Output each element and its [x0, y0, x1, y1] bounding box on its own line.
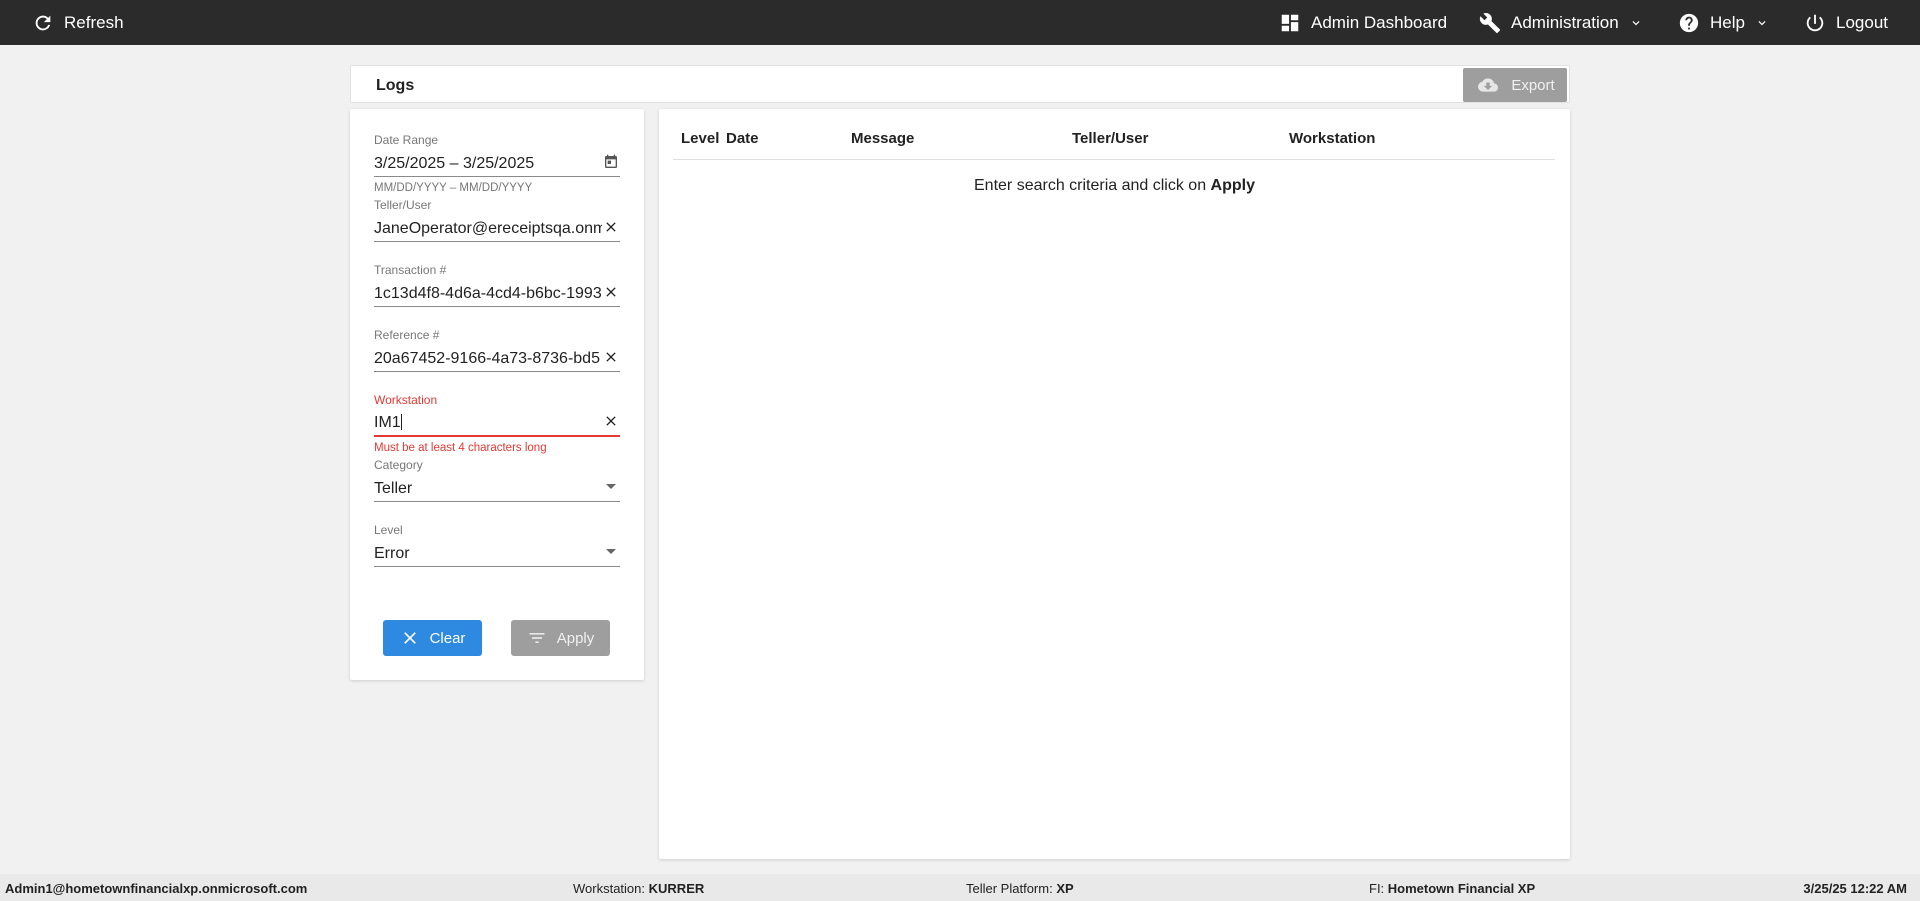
- workstation-error: Must be at least 4 characters long: [374, 442, 547, 454]
- help-menu[interactable]: Help: [1678, 0, 1769, 45]
- date-range-input[interactable]: 3/25/2025 – 3/25/2025: [374, 147, 620, 177]
- empty-state-action: Apply: [1210, 177, 1255, 194]
- reference-input[interactable]: 20a67452-9166-4a73-8736-bd5: [374, 342, 620, 372]
- empty-state-message: Enter search criteria and click on Apply: [659, 177, 1570, 195]
- chevron-down-icon: [1632, 20, 1640, 25]
- close-icon: [606, 416, 616, 426]
- status-workstation: Workstation: KURRER: [573, 881, 704, 896]
- status-fi: FI: Hometown Financial XP: [1369, 881, 1535, 896]
- reference-label: Reference #: [374, 328, 440, 342]
- category-label: Category: [374, 458, 423, 472]
- empty-state-text: Enter search criteria and click on: [974, 177, 1211, 194]
- column-header-teller-user[interactable]: Teller/User: [1072, 130, 1148, 147]
- teller-user-value[interactable]: JaneOperator@ereceiptsqa.onmicrosoft.com: [374, 216, 602, 238]
- status-bar: Admin1@hometownfinancialxp.onmicrosoft.c…: [0, 874, 1920, 901]
- category-value: Teller: [374, 479, 413, 497]
- transaction-field: Transaction # 1c13d4f8-4d6a-4cd4-b6bc-19…: [374, 263, 620, 307]
- chevron-down-icon: [1758, 20, 1766, 25]
- dropdown-arrow-icon: [606, 484, 616, 489]
- calendar-icon: [605, 154, 617, 168]
- logs-header-bar: Logs Export: [350, 65, 1570, 103]
- level-label: Level: [374, 523, 403, 537]
- text-cursor: [400, 414, 402, 430]
- dropdown-arrow-icon: [606, 549, 616, 554]
- teller-user-label: Teller/User: [374, 198, 432, 212]
- status-workstation-value: KURRER: [648, 881, 705, 896]
- apply-label: Apply: [556, 629, 595, 647]
- calendar-button[interactable]: [602, 153, 620, 171]
- transaction-input[interactable]: 1c13d4f8-4d6a-4cd4-b6bc-1993: [374, 277, 620, 307]
- cloud-download-icon: [1478, 78, 1499, 92]
- category-select[interactable]: Teller: [374, 472, 620, 502]
- close-icon: [606, 221, 616, 232]
- workstation-value-wrap[interactable]: IM1: [374, 410, 602, 432]
- status-fi-value: Hometown Financial XP: [1387, 881, 1536, 896]
- export-button[interactable]: Export: [1463, 68, 1567, 102]
- teller-user-field: Teller/User JaneOperator@ereceiptsqa.onm…: [374, 198, 620, 242]
- date-range-field: Date Range 3/25/2025 – 3/25/2025 MM/DD/Y…: [374, 133, 620, 194]
- admin-dashboard-link[interactable]: Admin Dashboard: [1279, 0, 1447, 45]
- page-title: Logs: [376, 77, 415, 94]
- level-value: Error: [374, 544, 410, 562]
- help-icon: [1679, 13, 1699, 32]
- column-header-message[interactable]: Message: [851, 130, 914, 147]
- administration-menu[interactable]: Administration: [1479, 0, 1643, 45]
- clear-label: Clear: [429, 629, 466, 647]
- help-label: Help: [1710, 12, 1745, 32]
- logout-button[interactable]: Logout: [1804, 0, 1888, 45]
- transaction-label: Transaction #: [374, 263, 447, 277]
- refresh-button[interactable]: Refresh: [32, 0, 124, 45]
- refresh-icon: [35, 15, 51, 30]
- dashboard-icon: [1281, 14, 1299, 31]
- workstation-value: IM1: [374, 414, 401, 431]
- filter-panel: Date Range 3/25/2025 – 3/25/2025 MM/DD/Y…: [350, 109, 644, 680]
- workstation-label: Workstation: [374, 393, 438, 407]
- table-header: Level Date Message Teller/User Workstati…: [673, 109, 1555, 160]
- wrench-icon: [1479, 12, 1501, 33]
- date-range-value[interactable]: 3/25/2025 – 3/25/2025: [374, 151, 602, 173]
- close-icon: [606, 286, 616, 297]
- power-icon: [1806, 14, 1824, 31]
- date-range-label: Date Range: [374, 133, 439, 147]
- filter-icon: [529, 633, 545, 643]
- status-fi-label: FI:: [1369, 881, 1385, 896]
- status-platform-label: Teller Platform:: [966, 881, 1053, 896]
- clear-reference-button[interactable]: [602, 348, 620, 366]
- workstation-input[interactable]: IM1: [374, 407, 620, 437]
- apply-button[interactable]: Apply: [511, 620, 610, 656]
- top-nav-bar: Refresh Admin Dashboard Administration H…: [0, 0, 1920, 45]
- close-icon: [606, 351, 616, 362]
- administration-label: Administration: [1511, 12, 1619, 32]
- logout-label: Logout: [1836, 12, 1888, 32]
- column-header-level[interactable]: Level: [681, 130, 719, 147]
- category-field: Category Teller: [374, 458, 620, 502]
- column-header-date[interactable]: Date: [726, 130, 759, 147]
- results-panel: Level Date Message Teller/User Workstati…: [659, 109, 1570, 859]
- clear-button[interactable]: Clear: [383, 620, 482, 656]
- clear-transaction-button[interactable]: [602, 283, 620, 301]
- refresh-label: Refresh: [64, 12, 124, 32]
- level-field: Level Error: [374, 523, 620, 567]
- status-user: Admin1@hometownfinancialxp.onmicrosoft.c…: [5, 881, 308, 896]
- teller-user-input[interactable]: JaneOperator@ereceiptsqa.onmicrosoft.com: [374, 212, 620, 242]
- transaction-value[interactable]: 1c13d4f8-4d6a-4cd4-b6bc-1993: [374, 281, 602, 303]
- column-header-workstation[interactable]: Workstation: [1289, 130, 1375, 147]
- level-select[interactable]: Error: [374, 537, 620, 567]
- status-datetime: 3/25/25 12:22 AM: [1803, 881, 1907, 896]
- clear-teller-user-button[interactable]: [602, 218, 620, 236]
- date-range-hint: MM/DD/YYYY – MM/DD/YYYY: [374, 182, 533, 194]
- workstation-field: Workstation IM1 Must be at least 4 chara…: [374, 393, 620, 454]
- clear-workstation-button[interactable]: [602, 412, 620, 430]
- reference-field: Reference # 20a67452-9166-4a73-8736-bd5: [374, 328, 620, 372]
- status-platform-value: XP: [1056, 881, 1074, 896]
- status-workstation-label: Workstation:: [573, 881, 646, 896]
- close-icon: [403, 632, 416, 644]
- export-label: Export: [1511, 76, 1555, 94]
- admin-dashboard-label: Admin Dashboard: [1311, 12, 1448, 32]
- status-platform: Teller Platform: XP: [966, 881, 1074, 896]
- reference-value[interactable]: 20a67452-9166-4a73-8736-bd5: [374, 346, 602, 368]
